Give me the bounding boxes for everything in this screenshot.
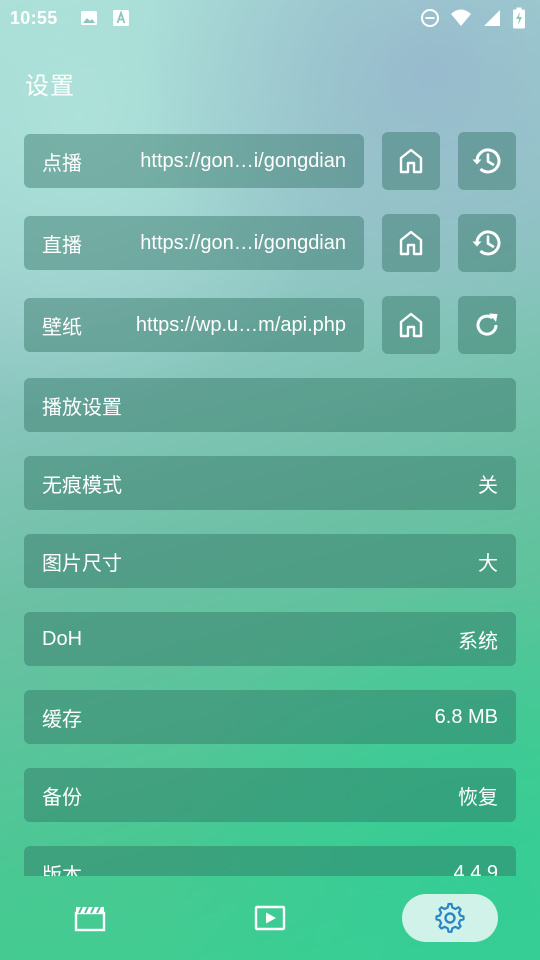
nav-vod[interactable] [42, 894, 138, 942]
setting-label: 播放设置 [42, 394, 122, 419]
live-history-button[interactable] [458, 214, 516, 272]
setting-value: 大 [478, 552, 498, 575]
nav-settings[interactable] [402, 894, 498, 942]
wallpaper-refresh-button[interactable] [458, 296, 516, 354]
cache-row[interactable]: 缓存 6.8 MB [24, 690, 516, 744]
setting-label: 版本 [42, 862, 82, 877]
source-label: 点播 [42, 150, 82, 175]
live-home-button[interactable] [382, 214, 440, 272]
setting-value: 关 [478, 474, 498, 497]
source-label: 直播 [42, 232, 82, 257]
vod-history-button[interactable] [458, 132, 516, 190]
nav-live[interactable] [222, 894, 318, 942]
incognito-mode-row[interactable]: 无痕模式 关 [24, 456, 516, 510]
setting-label: 缓存 [42, 706, 82, 731]
home-icon [399, 148, 423, 174]
source-url: https://gon…i/gongdian [140, 149, 346, 172]
setting-label: 图片尺寸 [42, 550, 122, 575]
page-title: 设置 [25, 72, 75, 100]
wallpaper-source-field[interactable]: 壁纸 https://wp.u…m/api.php [24, 298, 364, 352]
setting-value: 4.4.9 [453, 861, 498, 877]
setting-value: 6.8 MB [434, 705, 498, 728]
gear-icon [435, 902, 465, 933]
clapperboard-icon [74, 906, 106, 932]
live-source-field[interactable]: 直播 https://gon…i/gongdian [24, 216, 364, 270]
source-url: https://wp.u…m/api.php [135, 313, 346, 336]
setting-value: 系统 [458, 628, 498, 653]
home-icon [399, 230, 423, 256]
settings-scroll-area[interactable]: 设置 点播 https://gon…i/gongdian 直播 https://… [0, 0, 540, 876]
setting-label: DoH [42, 627, 83, 650]
doh-row[interactable]: DoH 系统 [24, 612, 516, 666]
source-url: https://gon…i/gongdian [140, 231, 346, 254]
setting-label: 无痕模式 [42, 472, 122, 497]
home-icon [399, 312, 423, 338]
setting-value: 恢复 [458, 784, 498, 809]
playback-settings-row[interactable]: 播放设置 [24, 378, 516, 432]
wallpaper-home-button[interactable] [382, 296, 440, 354]
source-label: 壁纸 [42, 314, 82, 339]
image-size-row[interactable]: 图片尺寸 大 [24, 534, 516, 588]
vod-home-button[interactable] [382, 132, 440, 190]
refresh-icon [476, 313, 498, 336]
vod-source-field[interactable]: 点播 https://gon…i/gongdian [24, 134, 364, 188]
backup-row[interactable]: 备份 恢复 [24, 768, 516, 822]
history-icon [472, 148, 501, 174]
bottom-navigation [0, 876, 540, 960]
history-icon [472, 230, 501, 256]
version-row[interactable]: 版本 4.4.9 [24, 846, 516, 876]
setting-label: 备份 [42, 784, 82, 809]
play-box-icon [254, 905, 286, 931]
